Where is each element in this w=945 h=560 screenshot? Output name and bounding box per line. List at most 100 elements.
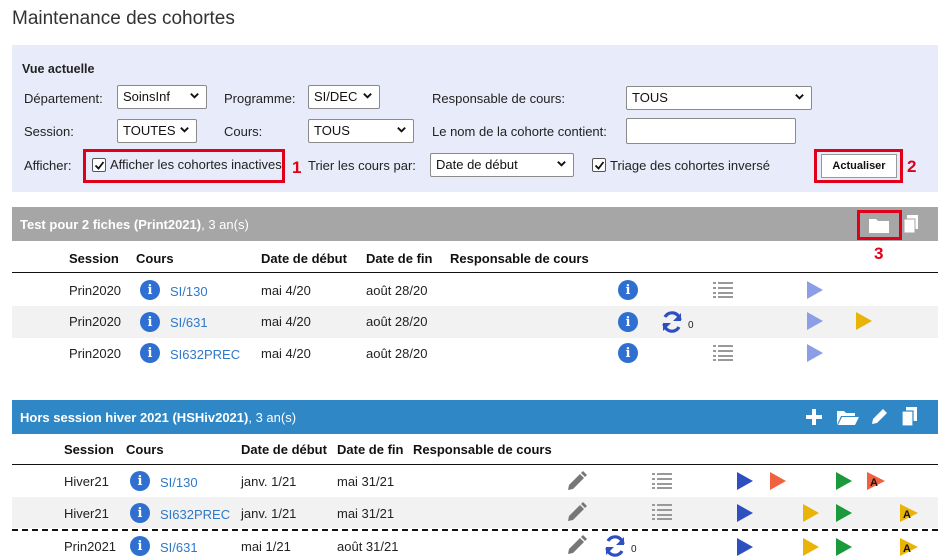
- info-icon[interactable]: i: [130, 503, 150, 523]
- col-date-fin: Date de fin: [366, 251, 433, 266]
- cell-date-debut: mai 4/20: [261, 283, 311, 298]
- cohort-name: Test pour 2 fiches (Print2021): [20, 217, 202, 232]
- pencil-icon[interactable]: [566, 535, 587, 556]
- cours-link[interactable]: SI/130: [170, 284, 208, 299]
- cell-date-fin: août 31/21: [337, 539, 399, 554]
- pencil-icon[interactable]: [566, 471, 587, 492]
- page-title: Maintenance des cohortes: [12, 8, 235, 29]
- col-cours: Cours: [136, 251, 174, 266]
- info-icon[interactable]: i: [618, 343, 638, 363]
- col-responsable: Responsable de cours: [450, 251, 589, 266]
- triage-inverse-checkbox[interactable]: [592, 158, 606, 172]
- pencil-icon[interactable]: [870, 407, 889, 426]
- cours-link[interactable]: SI/130: [160, 475, 198, 490]
- info-icon[interactable]: i: [618, 312, 638, 332]
- programme-select[interactable]: SI/DEC: [308, 85, 380, 109]
- list-icon[interactable]: [712, 281, 734, 299]
- green-play-icon[interactable]: [835, 503, 853, 523]
- info-icon[interactable]: i: [618, 280, 638, 300]
- yellow-play-icon[interactable]: [855, 311, 873, 331]
- nom-cohorte-input[interactable]: [626, 118, 796, 144]
- orange-play-icon[interactable]: [769, 471, 787, 491]
- pencil-icon[interactable]: [566, 502, 587, 523]
- cohort-header: Hors session hiver 2021 (HSHiv2021), 3 a…: [12, 400, 938, 434]
- green-play-icon[interactable]: [835, 471, 853, 491]
- list-icon[interactable]: [651, 503, 673, 521]
- annotation-number-2: 2: [907, 157, 917, 176]
- programme-label: Programme:: [224, 91, 296, 106]
- cours-link[interactable]: SI/631: [160, 540, 198, 555]
- col-date-fin: Date de fin: [337, 442, 404, 457]
- plus-icon[interactable]: [805, 408, 823, 426]
- copy-icon[interactable]: [901, 406, 918, 427]
- chevron-down-icon: [795, 94, 804, 100]
- cohort-name: Hors session hiver 2021 (HSHiv2021): [20, 410, 249, 425]
- departement-select[interactable]: SoinsInf: [117, 85, 207, 109]
- sync-count: 0: [631, 544, 637, 555]
- sync-count: 0: [688, 320, 694, 331]
- departement-value: SoinsInf: [123, 89, 170, 104]
- triage-inverse-label: Triage des cohortes inversé: [610, 158, 770, 173]
- info-icon[interactable]: i: [140, 280, 160, 300]
- cours-link[interactable]: SI632PREC: [160, 507, 230, 522]
- open-folder-icon[interactable]: [836, 409, 860, 426]
- assessment-letter: A: [903, 543, 911, 555]
- responsable-label: Responsable de cours:: [432, 91, 565, 106]
- cell-date-fin: août 28/20: [366, 346, 428, 361]
- chevron-down-icon: [557, 161, 566, 167]
- assessment-play-icon[interactable]: A: [899, 537, 919, 557]
- annotation-box-3: [857, 210, 902, 240]
- cours-value: TOUS: [314, 123, 350, 138]
- session-select[interactable]: TOUTES: [117, 119, 197, 143]
- info-icon[interactable]: i: [140, 343, 160, 363]
- green-play-icon[interactable]: [835, 537, 853, 557]
- info-icon[interactable]: i: [130, 536, 150, 556]
- cell-date-fin: août 28/20: [366, 283, 428, 298]
- play-icon[interactable]: [806, 311, 824, 331]
- sync-icon[interactable]: [603, 534, 627, 558]
- responsable-select[interactable]: TOUS: [626, 86, 812, 110]
- trier-select[interactable]: Date de début: [430, 153, 574, 177]
- cell-date-fin: mai 31/21: [337, 474, 395, 489]
- actualiser-button[interactable]: Actualiser: [821, 154, 897, 178]
- assessment-play-icon[interactable]: A: [866, 471, 886, 491]
- list-icon[interactable]: [651, 472, 673, 490]
- play-icon[interactable]: [806, 280, 824, 300]
- sync-icon[interactable]: [660, 310, 684, 334]
- play-icon[interactable]: [736, 471, 754, 491]
- play-icon[interactable]: [736, 537, 754, 557]
- cell-date-fin: mai 31/21: [337, 506, 395, 521]
- trier-label: Trier les cours par:: [308, 158, 416, 173]
- cell-session: Hiver21: [64, 474, 109, 489]
- play-icon[interactable]: [806, 343, 824, 363]
- session-value: TOUTES: [123, 123, 176, 138]
- list-icon[interactable]: [712, 344, 734, 362]
- departement-label: Département:: [24, 91, 103, 106]
- yellow-play-icon[interactable]: [802, 503, 820, 523]
- table-divider: [12, 464, 938, 465]
- chevron-down-icon: [190, 93, 199, 99]
- trier-value: Date de début: [436, 157, 518, 172]
- assessment-play-icon[interactable]: A: [899, 503, 919, 523]
- row-stripe: [12, 497, 938, 528]
- cours-select[interactable]: TOUS: [308, 119, 414, 143]
- filter-panel: Vue actuelle Département: SoinsInf Progr…: [12, 45, 938, 192]
- info-icon[interactable]: i: [130, 471, 150, 491]
- assessment-letter: A: [870, 477, 878, 489]
- cohort-duration: , 3 an(s): [248, 410, 297, 425]
- copy-icon[interactable]: [903, 214, 919, 234]
- play-icon[interactable]: [736, 503, 754, 523]
- session-label: Session:: [24, 124, 74, 139]
- col-session: Session: [69, 251, 119, 266]
- filter-heading: Vue actuelle: [22, 62, 95, 76]
- info-icon[interactable]: i: [140, 312, 160, 332]
- cours-link[interactable]: SI632PREC: [170, 347, 240, 362]
- cours-link[interactable]: SI/631: [170, 315, 208, 330]
- chevron-down-icon: [397, 127, 406, 133]
- cell-session: Prin2020: [69, 346, 122, 361]
- cell-date-debut: mai 4/20: [261, 346, 311, 361]
- yellow-play-icon[interactable]: [802, 537, 820, 557]
- annotation-number-3: 3: [874, 244, 884, 263]
- col-date-debut: Date de début: [241, 442, 327, 457]
- responsable-value: TOUS: [632, 90, 668, 105]
